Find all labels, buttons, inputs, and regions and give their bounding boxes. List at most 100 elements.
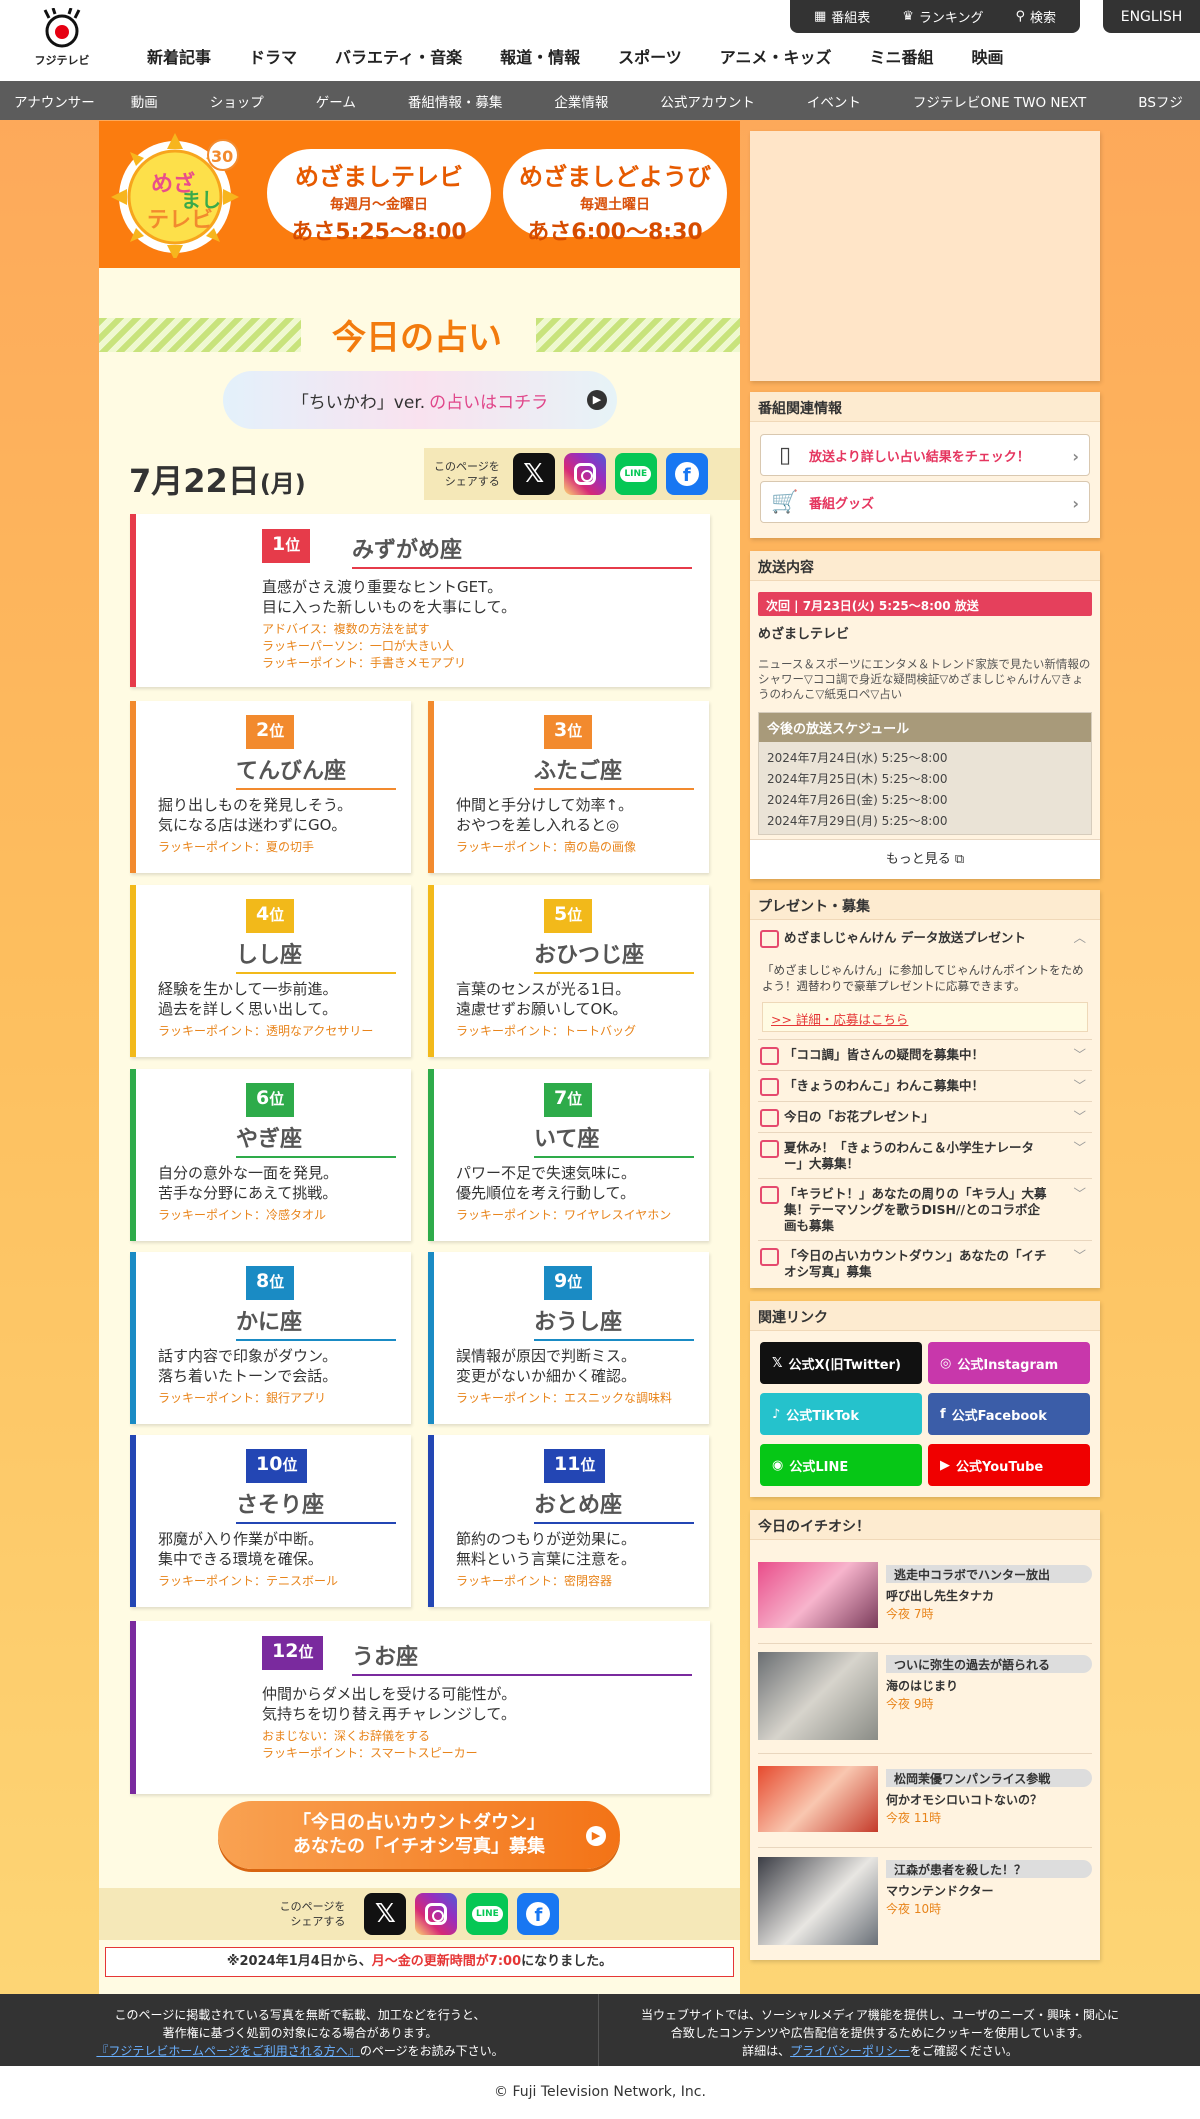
share-line-icon[interactable]: LINE (466, 1893, 509, 1935)
share-facebook-icon[interactable]: f (665, 453, 708, 495)
more-schedule-button[interactable]: もっと見る ⧉ (750, 839, 1100, 879)
fortune-text: 仲間からダメ出しを受ける可能性が。 気持ちを切り替え再チャレンジして。 (262, 1685, 517, 1723)
saturday-program-pill[interactable]: めざましどようび 毎週土曜日 あさ6:00〜8:30 (503, 149, 727, 245)
subnav-item[interactable]: BSフジ (1124, 91, 1200, 111)
present-item[interactable]: 「ココ調」皆さんの疑問を募集中！ ﹀ (758, 1047, 1092, 1065)
page-title: 今日の占い (332, 318, 502, 358)
fortune-text: 掘り出しものを発見しそう。 気になる店は迷わずにGO。 (158, 796, 353, 834)
chevron-down-icon: ﹀ (1073, 1078, 1086, 1093)
subnav-item[interactable]: アナウンサー (0, 91, 117, 111)
rank-badge: 6位 (246, 1083, 295, 1117)
rank-card: 5位 おひつじ座 言葉のセンスが光る1日。 遠慮せずお願いしてOK。 ラッキーポイント：… (428, 885, 709, 1057)
rank-card: 8位 かに座 話す内容で印象がダウン。 落ち着いたトーンで会話。 ラッキーポイント：銀行… (130, 1252, 411, 1424)
chevron-down-icon: ﹀ (1073, 1186, 1086, 1201)
related-info-box: 番組関連情報 ▯ 放送より詳しい占い結果をチェック！ › 🛒 番組グッズ › (750, 392, 1100, 538)
lucky-info: ラッキーポイント：南の島の画像 (456, 840, 637, 854)
title-stripe (536, 318, 740, 352)
nav-item[interactable]: ドラマ (230, 44, 316, 68)
rank-badge: 2位 (246, 715, 295, 749)
share-line-icon[interactable]: LINE (614, 453, 657, 495)
rank-badge: 5位 (544, 899, 593, 933)
lucky-info: ラッキーポイント：テニスボール (158, 1574, 339, 1588)
subnav-item[interactable]: 公式アカウント (646, 91, 793, 111)
zodiac-sign: おひつじ座 (534, 937, 694, 974)
copyright: © Fuji Television Network, Inc. (0, 2066, 1200, 2119)
program-description: ニュース＆スポーツにエンタメ＆トレンド家族で見たい新情報のシャワー▽ココ調で身近… (758, 657, 1091, 701)
countdown-photo-button[interactable]: 「今日の占いカウントダウン」 あなたの「イチオシ写真」募集 ▶ (218, 1801, 620, 1869)
schedule-row: 2024年7月26日(金) 5:25〜8:00 (767, 793, 948, 807)
rank-badge: 12位 (262, 1636, 324, 1670)
present-item[interactable]: 「キラビト！」あなたの周りの「キラ人」大募集！テーマソングを歌うDISH//との… (758, 1186, 1092, 1234)
official-facebook-link[interactable]: f 公式Facebook (928, 1393, 1090, 1435)
english-link[interactable]: ENGLISH (1103, 0, 1200, 33)
uranai-title-bar: 今日の占い (99, 310, 740, 358)
nav-item[interactable]: 映画 (952, 44, 1022, 68)
utility-bar: ▦ 番組表 ♛ ランキング ⚲ 検索 (790, 0, 1080, 33)
subnav-item[interactable]: フジテレビONE TWO NEXT (899, 91, 1124, 111)
rank-badge: 3位 (544, 715, 593, 749)
subnav-item[interactable]: 動画 (117, 91, 196, 111)
util-ranking[interactable]: ♛ ランキング (902, 7, 983, 26)
util-schedule[interactable]: ▦ 番組表 (814, 7, 870, 26)
terms-link[interactable]: 『フジテレビホームページをご利用される方へ』 (96, 2044, 359, 2058)
present-item[interactable]: 今日の「お花プレゼント」 ﹀ (758, 1109, 1092, 1127)
present-item[interactable]: 夏休み！「きょうのわんこ＆小学生ナレーター」大募集！ ﹀ (758, 1140, 1092, 1172)
nav-item[interactable]: ミニ番組 (850, 44, 952, 68)
svg-text:30: 30 (211, 147, 233, 166)
zodiac-sign: しし座 (236, 937, 396, 974)
nav-item[interactable]: 報道・情報 (481, 44, 599, 68)
uranai-date: 7月22日(月) (129, 462, 306, 500)
detailed-uranai-link[interactable]: ▯ 放送より詳しい占い結果をチェック！ › (760, 434, 1090, 476)
official-instagram-link[interactable]: ◎ 公式Instagram (928, 1342, 1090, 1384)
share-x-icon[interactable]: 𝕏 (364, 1893, 407, 1935)
nav-item[interactable]: スポーツ (599, 44, 701, 68)
ad-placeholder (750, 131, 1100, 381)
privacy-policy-link[interactable]: プライバシーポリシー (790, 2044, 910, 2058)
subnav-item[interactable]: 企業情報 (540, 91, 646, 111)
util-search[interactable]: ⚲ 検索 (1015, 7, 1056, 26)
share-instagram-icon[interactable] (563, 453, 606, 495)
rank-card: 1位 みずがめ座 直感がさえ渡り重要なヒントGET。 目に入った新しいものを大事にして… (130, 514, 710, 687)
present-title: プレゼント・募集 (750, 890, 1100, 920)
fortune-text: 直感がさえ渡り重要なヒントGET。 目に入った新しいものを大事にして。 (262, 578, 517, 616)
official-youtube-link[interactable]: ▶ 公式YouTube (928, 1444, 1090, 1486)
subnav-item[interactable]: ショップ (196, 91, 302, 111)
svg-text:テレビ: テレビ (147, 208, 213, 233)
related-links-box: 関連リンク 𝕏 公式X(旧Twitter) ◎ 公式Instagram ♪ 公式Tik… (750, 1301, 1100, 1497)
pickup-item[interactable]: 江森が患者を殺した！？ マウンテンドクター 今夜 10時 (758, 1857, 1092, 1949)
official-tiktok-link[interactable]: ♪ 公式TikTok (760, 1393, 922, 1435)
official-line-link[interactable]: ◉ 公式LINE (760, 1444, 922, 1486)
nav-item[interactable]: アニメ・キッズ (701, 44, 851, 68)
present-item-open[interactable]: めざましじゃんけん データ放送プレゼント ︿ (758, 930, 1092, 948)
present-item[interactable]: 「きょうのわんこ」わんこ募集中！ ﹀ (758, 1078, 1092, 1096)
pickup-item[interactable]: 逃走中コラボでハンター放出 呼び出し先生タナカ 今夜 7時 (758, 1562, 1092, 1654)
share-facebook-icon[interactable]: f (517, 1893, 560, 1935)
rank-card: 7位 いて座 パワー不足で失速気味に。 優先順位を考え行動して。 ラッキーポイント：ワイ… (428, 1069, 709, 1241)
rank-card: 6位 やぎ座 自分の意外な一面を発見。 苦手な分野にあえて挑戦。 ラッキーポイント：冷感… (130, 1069, 411, 1241)
fujitv-logo[interactable]: フジテレビ (34, 7, 90, 70)
pickup-item[interactable]: ついに弥生の過去が語られる 海のはじまり 今夜 9時 (758, 1652, 1092, 1744)
nav-item[interactable]: 新着記事 (128, 44, 230, 68)
chiikawa-uranai-link[interactable]: 「ちいかわ」ver. の占いはコチラ ▶ (223, 371, 617, 429)
share-bar-bottom: このページを シェアする 𝕏 LINE f (99, 1888, 740, 1940)
crown-icon: ♛ (902, 9, 914, 24)
x-icon: 𝕏 (772, 1355, 783, 1371)
subnav-item[interactable]: イベント (793, 91, 899, 111)
nav-item[interactable]: バラエティ・音楽 (316, 44, 481, 68)
mezamashi-30th-logo-icon[interactable]: めざ まし テレビ 30 (111, 133, 241, 258)
chevron-up-icon: ︿ (1073, 930, 1086, 945)
present-detail-link[interactable]: >> 詳細・応募はこちら (762, 1002, 1088, 1032)
subnav-item[interactable]: 番組情報・募集 (394, 91, 541, 111)
official-x-link[interactable]: 𝕏 公式X(旧Twitter) (760, 1342, 922, 1384)
arrow-right-icon: ▶ (586, 1826, 606, 1846)
subnav-item[interactable]: ゲーム (302, 91, 394, 111)
lucky-info: ラッキーポイント：夏の切手 (158, 840, 315, 854)
weekday-program-pill[interactable]: めざましテレビ 毎週月〜金曜日 あさ5:25〜8:00 (267, 149, 491, 245)
program-goods-link[interactable]: 🛒 番組グッズ › (760, 481, 1090, 523)
present-box: プレゼント・募集 めざましじゃんけん データ放送プレゼント ︿ 「めざましじゃんけ… (750, 890, 1100, 1288)
fujitv-eye-logo-icon (43, 7, 81, 48)
present-item[interactable]: 「今日の占いカウントダウン」あなたの「イチオシ写真」募集 ﹀ (758, 1248, 1092, 1280)
share-x-icon[interactable]: 𝕏 (512, 453, 555, 495)
pickup-item[interactable]: 松岡茉優ワンパンライス参戦 何かオモシロいコトないの？ 今夜 11時 (758, 1766, 1092, 1858)
share-instagram-icon[interactable] (415, 1893, 458, 1935)
